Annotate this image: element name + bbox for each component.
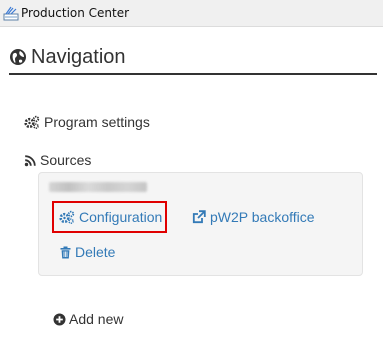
trash-icon xyxy=(60,246,71,258)
add-new-link[interactable]: Add new xyxy=(53,311,123,327)
pw2p-backoffice-link[interactable]: pW2P backoffice xyxy=(192,209,315,225)
plus-circle-icon xyxy=(53,313,66,325)
cogs-icon xyxy=(59,210,75,224)
external-link-icon xyxy=(192,210,206,224)
cogs-icon xyxy=(24,115,40,129)
rss-icon xyxy=(24,154,36,166)
navigation-title: Navigation xyxy=(31,45,126,68)
production-center-app-icon xyxy=(3,6,19,21)
pw2p-backoffice-label: pW2P backoffice xyxy=(210,209,315,225)
program-settings-label: Program settings xyxy=(44,114,150,130)
delete-label: Delete xyxy=(75,244,116,260)
delete-link[interactable]: Delete xyxy=(60,244,115,260)
sources-section-header: Sources xyxy=(24,152,91,168)
add-new-label: Add new xyxy=(69,311,124,327)
navigation-header: Navigation xyxy=(9,43,126,71)
configuration-label: Configuration xyxy=(79,209,163,225)
program-settings-link[interactable]: Program settings xyxy=(24,114,150,130)
globe-icon xyxy=(10,49,26,65)
navigation-divider xyxy=(9,73,377,75)
window-titlebar: Production Center xyxy=(0,0,383,27)
window-title: Production Center xyxy=(21,6,130,20)
configuration-link[interactable]: Configuration xyxy=(59,209,162,225)
sources-label: Sources xyxy=(40,152,92,168)
source-name-redacted xyxy=(49,182,147,192)
